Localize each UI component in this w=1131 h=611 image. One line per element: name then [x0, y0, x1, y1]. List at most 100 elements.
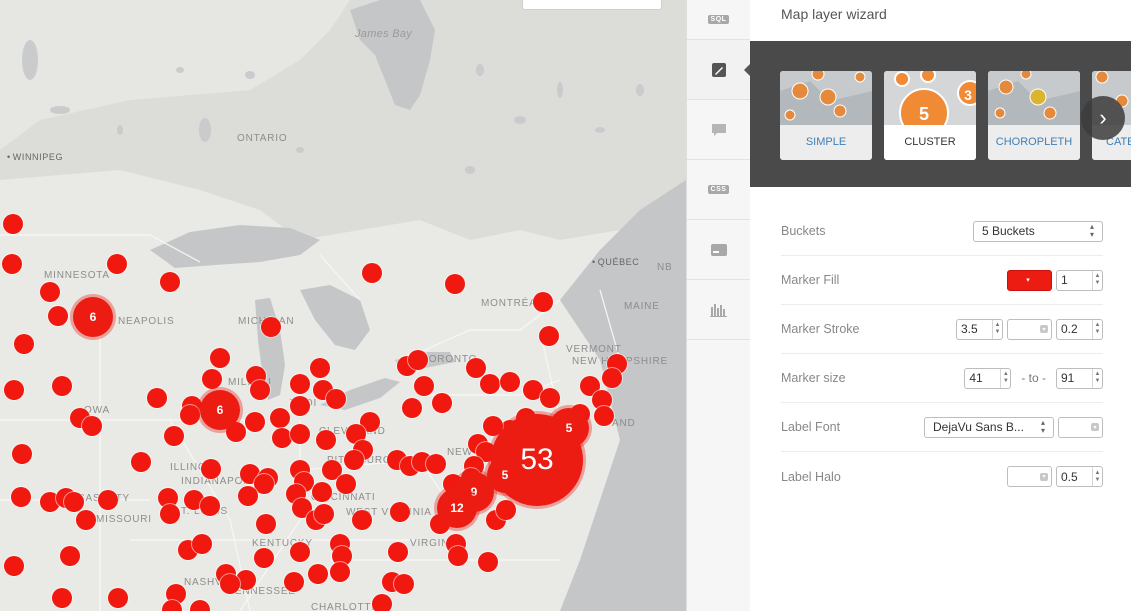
map-point-marker[interactable]: [256, 514, 276, 534]
map-point-marker[interactable]: [64, 492, 84, 512]
map-point-marker[interactable]: [480, 374, 500, 394]
map-point-marker[interactable]: [40, 282, 60, 302]
carousel-next-button[interactable]: ›: [1081, 96, 1125, 140]
map-point-marker[interactable]: [11, 487, 31, 507]
cluster-marker[interactable]: 12: [437, 488, 477, 528]
map-point-marker[interactable]: [192, 534, 212, 554]
map-point-marker[interactable]: [445, 274, 465, 294]
map-point-marker[interactable]: [52, 588, 72, 608]
map-point-marker[interactable]: [261, 317, 281, 337]
stepper-arrows-icon[interactable]: ▲ ▼: [1092, 319, 1102, 339]
map-point-marker[interactable]: [254, 548, 274, 568]
map-point-marker[interactable]: [76, 510, 96, 530]
search-box-edge[interactable]: [522, 0, 662, 10]
map-point-marker[interactable]: [52, 376, 72, 396]
map-point-marker[interactable]: [14, 334, 34, 354]
map-point-marker[interactable]: [164, 426, 184, 446]
map-point-marker[interactable]: [220, 574, 240, 594]
map-point-marker[interactable]: [290, 542, 310, 562]
map-point-marker[interactable]: [12, 444, 32, 464]
map-point-marker[interactable]: [478, 552, 498, 572]
marker-stroke-color-picker[interactable]: ▾: [1007, 318, 1052, 340]
map-point-marker[interactable]: [4, 380, 24, 400]
map-point-marker[interactable]: [160, 504, 180, 524]
legend-tool-button[interactable]: [687, 220, 750, 280]
map-point-marker[interactable]: [201, 459, 221, 479]
stepper-arrows-icon[interactable]: ▲ ▼: [1000, 368, 1010, 388]
map-point-marker[interactable]: [82, 416, 102, 436]
infowindow-tool-button[interactable]: [687, 100, 750, 160]
layer-type-cluster[interactable]: 5 3 CLUSTER: [884, 71, 976, 160]
css-tool-button[interactable]: CSS: [687, 160, 750, 220]
map-point-marker[interactable]: [539, 326, 559, 346]
map-point-marker[interactable]: [308, 564, 328, 584]
map-point-marker[interactable]: [250, 380, 270, 400]
map-point-marker[interactable]: [147, 388, 167, 408]
map-canvas[interactable]: James Bay ONTARIO WINNIPEG MINNESOTA NEA…: [0, 0, 686, 611]
map-point-marker[interactable]: [448, 546, 468, 566]
map-point-marker[interactable]: [314, 504, 334, 524]
map-point-marker[interactable]: [60, 546, 80, 566]
map-point-marker[interactable]: [390, 502, 410, 522]
layer-type-simple[interactable]: SIMPLE: [780, 71, 872, 160]
map-point-marker[interactable]: [496, 500, 516, 520]
marker-size-min[interactable]: 41 ▲ ▼: [964, 367, 1012, 389]
cluster-marker[interactable]: 5: [549, 408, 589, 448]
label-halo-color-picker[interactable]: ▾: [1007, 466, 1052, 487]
map-point-marker[interactable]: [310, 358, 330, 378]
map-point-marker[interactable]: [131, 452, 151, 472]
map-point-marker[interactable]: [408, 350, 428, 370]
map-point-marker[interactable]: [414, 376, 434, 396]
map-point-marker[interactable]: [316, 430, 336, 450]
map-point-marker[interactable]: [602, 368, 622, 388]
layer-type-choropleth[interactable]: CHOROPLETH: [988, 71, 1080, 160]
widgets-tool-button[interactable]: [687, 280, 750, 340]
map-point-marker[interactable]: [3, 214, 23, 234]
map-point-marker[interactable]: [4, 556, 24, 576]
map-point-marker[interactable]: [238, 486, 258, 506]
map-point-marker[interactable]: [336, 474, 356, 494]
stepper-arrows-icon[interactable]: ▲ ▼: [1092, 368, 1102, 388]
map-point-marker[interactable]: [540, 388, 560, 408]
map-point-marker[interactable]: [107, 254, 127, 274]
map-point-marker[interactable]: [426, 454, 446, 474]
map-point-marker[interactable]: [402, 398, 422, 418]
map-point-marker[interactable]: [344, 450, 364, 470]
map-point-marker[interactable]: [330, 562, 350, 582]
stepper-arrows-icon[interactable]: ▲ ▼: [1092, 270, 1102, 290]
map-point-marker[interactable]: [180, 405, 200, 425]
map-point-marker[interactable]: [594, 406, 614, 426]
map-point-marker[interactable]: [388, 542, 408, 562]
map-point-marker[interactable]: [290, 424, 310, 444]
map-point-marker[interactable]: [210, 348, 230, 368]
buckets-select[interactable]: 5 Buckets ▴ ▾: [973, 220, 1103, 242]
map-point-marker[interactable]: [48, 306, 68, 326]
map-point-marker[interactable]: [202, 369, 222, 389]
map-point-marker[interactable]: [200, 496, 220, 516]
label-font-color-picker[interactable]: ▾: [1058, 416, 1103, 438]
map-point-marker[interactable]: [98, 490, 118, 510]
map-point-marker[interactable]: [270, 408, 290, 428]
map-point-marker[interactable]: [352, 510, 372, 530]
map-point-marker[interactable]: [326, 389, 346, 409]
map-point-marker[interactable]: [500, 372, 520, 392]
map-point-marker[interactable]: [372, 594, 392, 611]
map-point-marker[interactable]: [394, 574, 414, 594]
map-point-marker[interactable]: [272, 428, 292, 448]
label-halo-opacity[interactable]: 0.5 ▲ ▼: [1056, 466, 1103, 487]
marker-fill-opacity[interactable]: 1 ▲ ▼: [1056, 269, 1103, 291]
map-point-marker[interactable]: [284, 572, 304, 592]
map-point-marker[interactable]: [362, 263, 382, 283]
stepper-arrows-icon[interactable]: ▲ ▼: [992, 319, 1002, 339]
sql-tool-button[interactable]: SQL: [687, 0, 750, 40]
map-point-marker[interactable]: [245, 412, 265, 432]
map-point-marker[interactable]: [432, 393, 452, 413]
marker-stroke-opacity[interactable]: 0.2 ▲ ▼: [1056, 318, 1103, 340]
map-point-marker[interactable]: [108, 588, 128, 608]
cluster-marker[interactable]: 6: [73, 297, 113, 337]
map-point-marker[interactable]: [312, 482, 332, 502]
marker-size-max[interactable]: 91 ▲ ▼: [1056, 367, 1103, 389]
stepper-arrows-icon[interactable]: ▲ ▼: [1092, 467, 1102, 486]
cluster-marker[interactable]: 6: [200, 390, 240, 430]
map-point-marker[interactable]: [533, 292, 553, 312]
